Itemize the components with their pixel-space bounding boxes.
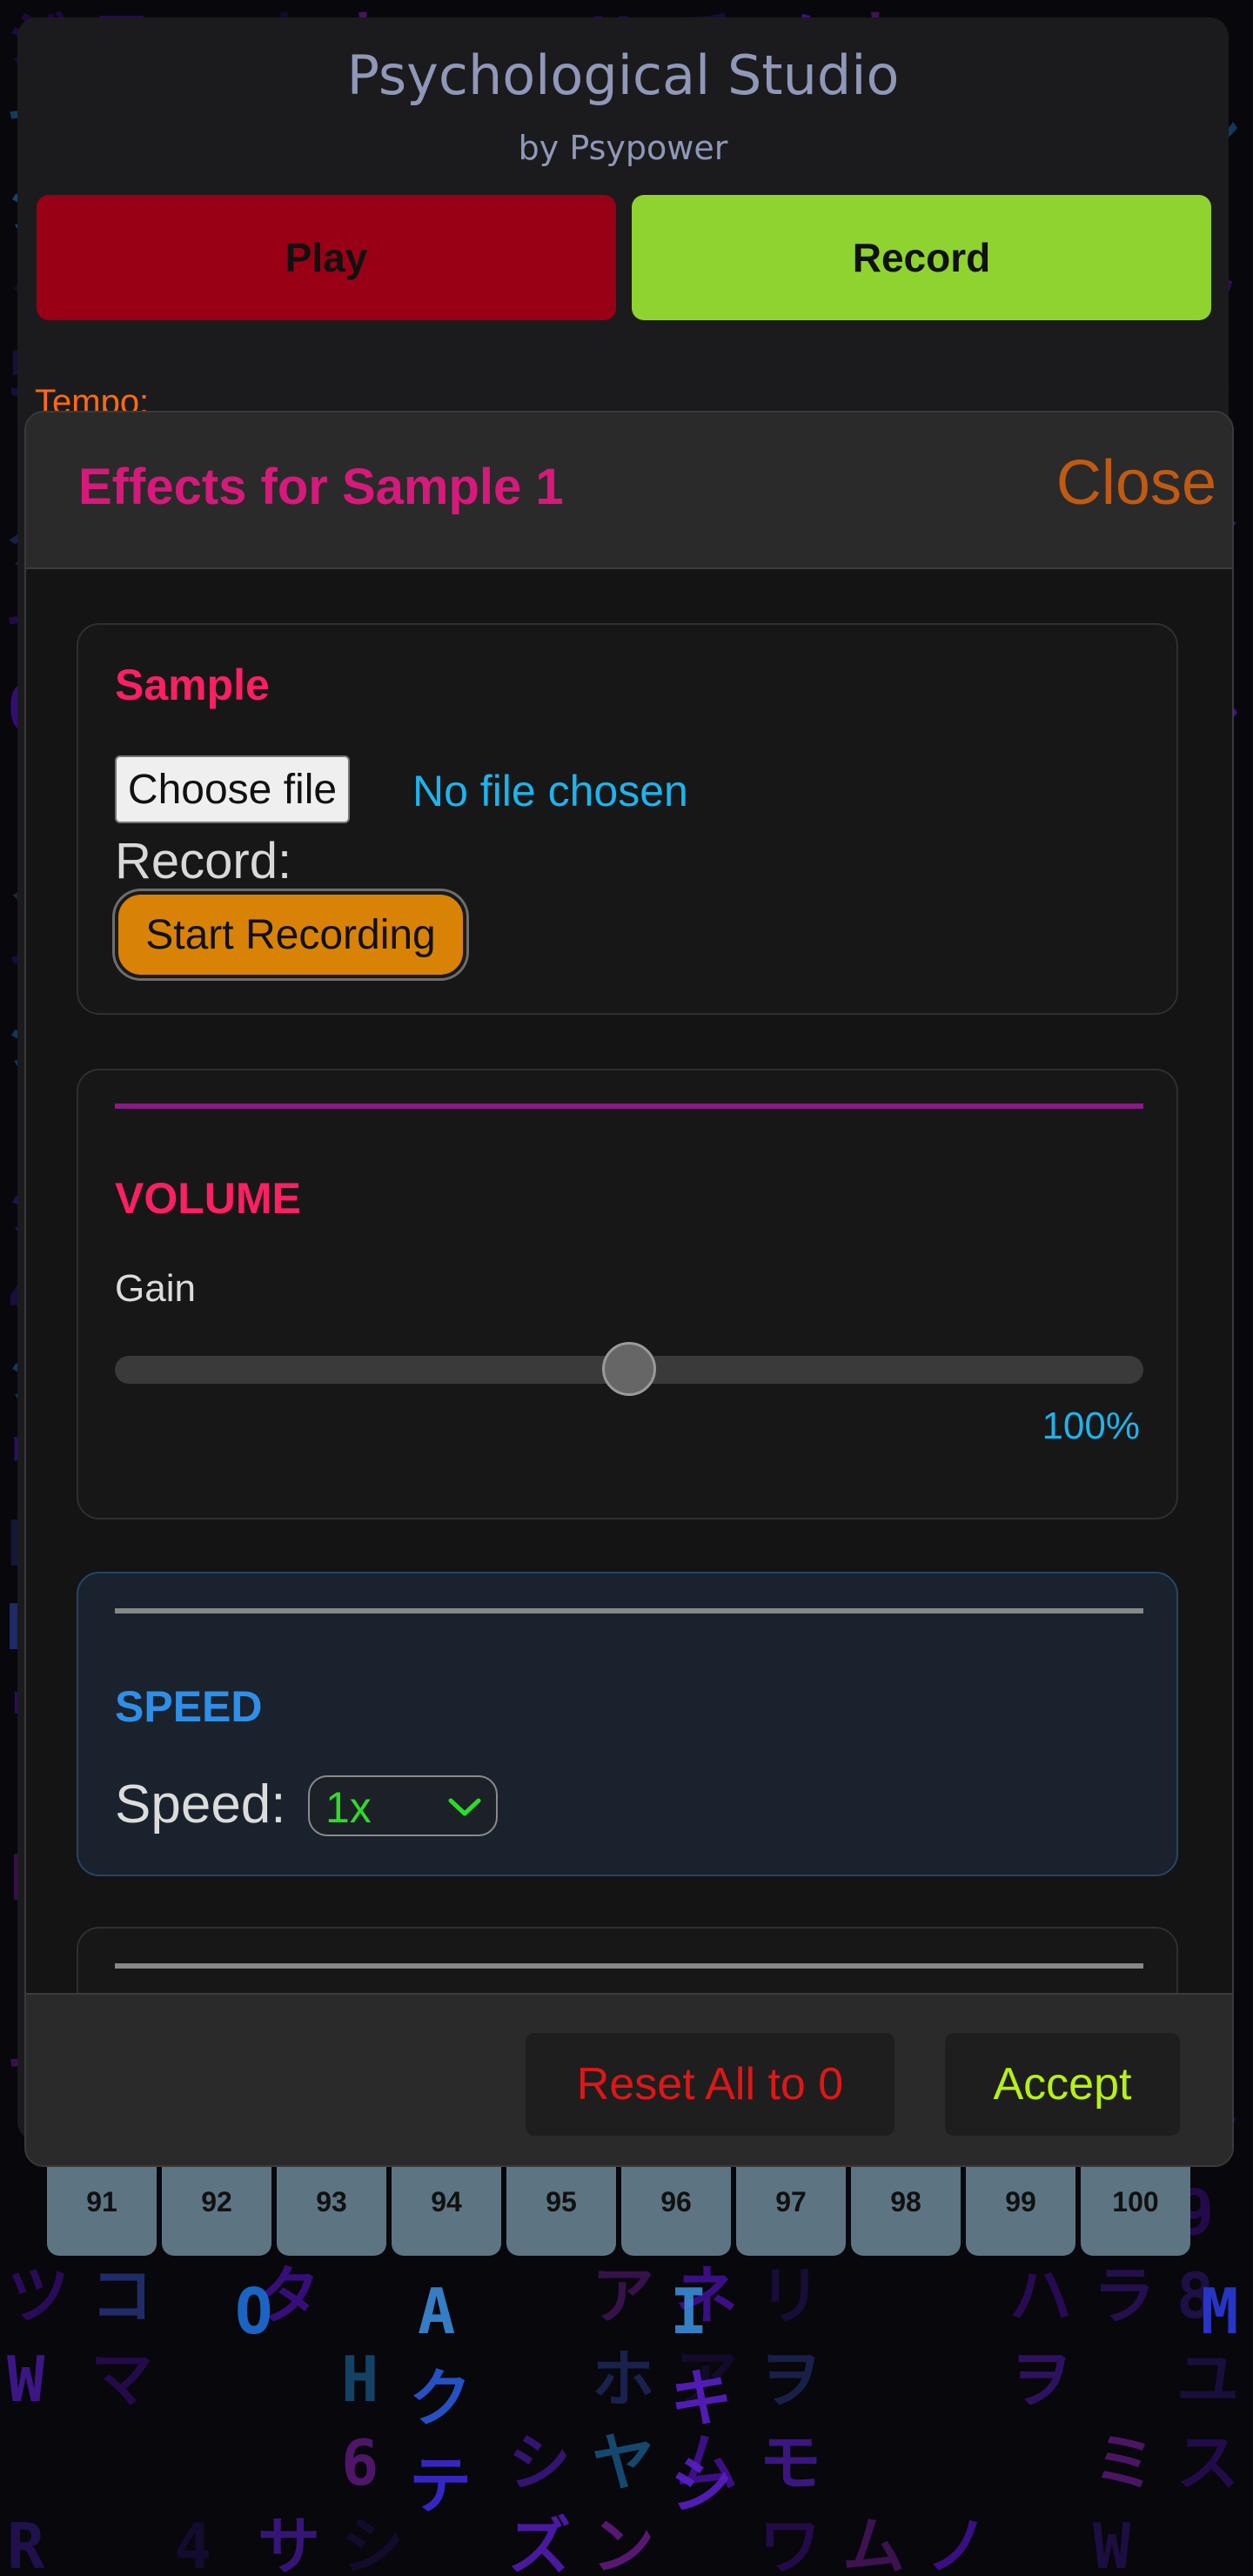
start-recording-button[interactable]: Start Recording: [115, 891, 466, 978]
play-button[interactable]: Play: [37, 195, 616, 320]
matrix-glyph: ア: [592, 2259, 655, 2332]
effects-modal: Effects for Sample 1 Close Sample Choose…: [24, 411, 1234, 2167]
matrix-glyph: I: [670, 2275, 708, 2348]
matrix-glyph: M: [1201, 2275, 1239, 2348]
sample-section-title: Sample: [115, 661, 270, 709]
accept-button[interactable]: Accept: [945, 2033, 1180, 2136]
matrix-glyph: キ: [670, 2362, 734, 2435]
file-status: No file chosen: [412, 767, 688, 815]
matrix-glyph: ミ: [1093, 2426, 1156, 2499]
close-button[interactable]: Close: [1056, 447, 1216, 519]
matrix-glyph: W: [7, 2343, 45, 2416]
speed-section-title: SPEED: [115, 1682, 263, 1731]
volume-section-title: VOLUME: [115, 1174, 301, 1223]
record-button[interactable]: Record: [632, 195, 1211, 320]
matrix-glyph: コ: [90, 2259, 154, 2332]
matrix-glyph: ム: [842, 2510, 906, 2576]
modal-header: Effects for Sample 1 Close: [26, 413, 1232, 569]
matrix-glyph: テ: [409, 2449, 472, 2522]
matrix-glyph: R: [7, 2510, 45, 2576]
matrix-glyph: ズ: [508, 2510, 572, 2576]
gain-value: 100%: [1042, 1405, 1140, 1447]
volume-divider: [115, 1104, 1143, 1109]
modal-title: Effects for Sample 1: [78, 459, 564, 515]
gain-slider[interactable]: [115, 1342, 1143, 1396]
matrix-glyph: ノ: [926, 2510, 989, 2576]
matrix-glyph: ク: [409, 2362, 472, 2435]
speed-section: SPEED Speed: 1x: [77, 1572, 1178, 1876]
matrix-glyph: H: [341, 2343, 379, 2416]
reset-all-button[interactable]: Reset All to 0: [526, 2033, 895, 2136]
matrix-glyph: ヲ: [1009, 2343, 1073, 2416]
matrix-glyph: ホ: [592, 2343, 655, 2416]
app-title: Psychological Studio: [346, 44, 900, 107]
matrix-glyph: ラ: [1093, 2259, 1156, 2332]
matrix-glyph: シ: [508, 2426, 572, 2499]
next-section-divider: [115, 1963, 1143, 1969]
matrix-glyph: サ: [258, 2510, 321, 2576]
gain-slider-thumb[interactable]: [602, 1342, 656, 1396]
matrix-glyph: ヤ: [592, 2426, 655, 2499]
speed-select-value: 1x: [325, 1783, 372, 1832]
matrix-glyph: ス: [1176, 2426, 1240, 2499]
sample-section: Sample Choose file No file chosen Record…: [77, 623, 1178, 1015]
matrix-glyph: マ: [90, 2343, 154, 2416]
matrix-glyph: シ: [341, 2510, 405, 2576]
matrix-glyph: ハ: [1009, 2259, 1073, 2332]
matrix-glyph: モ: [759, 2426, 822, 2499]
modal-footer: Reset All to 0 Accept: [26, 1993, 1232, 2165]
matrix-glyph: ワ: [759, 2510, 822, 2576]
matrix-glyph: リ: [759, 2259, 822, 2332]
matrix-glyph: W: [1093, 2510, 1131, 2576]
speed-label: Speed:: [115, 1774, 286, 1835]
matrix-glyph: A: [418, 2275, 456, 2348]
record-label: Record:: [115, 833, 292, 889]
matrix-glyph: 6: [341, 2426, 379, 2499]
speed-select[interactable]: 1x: [308, 1775, 498, 1836]
chevron-down-icon: [448, 1798, 481, 1816]
gain-label: Gain: [115, 1267, 196, 1310]
speed-divider: [115, 1608, 1143, 1613]
volume-section: VOLUME Gain 100%: [77, 1069, 1178, 1519]
matrix-glyph: ユ: [1176, 2343, 1240, 2416]
matrix-glyph: ヲ: [759, 2343, 822, 2416]
matrix-glyph: 4: [174, 2510, 212, 2576]
matrix-glyph: シ: [670, 2449, 734, 2522]
matrix-glyph: ツ: [7, 2259, 70, 2332]
matrix-glyph: O: [235, 2275, 273, 2348]
choose-file-button[interactable]: Choose file: [115, 755, 350, 823]
app-subtitle: by Psypower: [518, 129, 728, 167]
matrix-glyph: ン: [592, 2510, 655, 2576]
